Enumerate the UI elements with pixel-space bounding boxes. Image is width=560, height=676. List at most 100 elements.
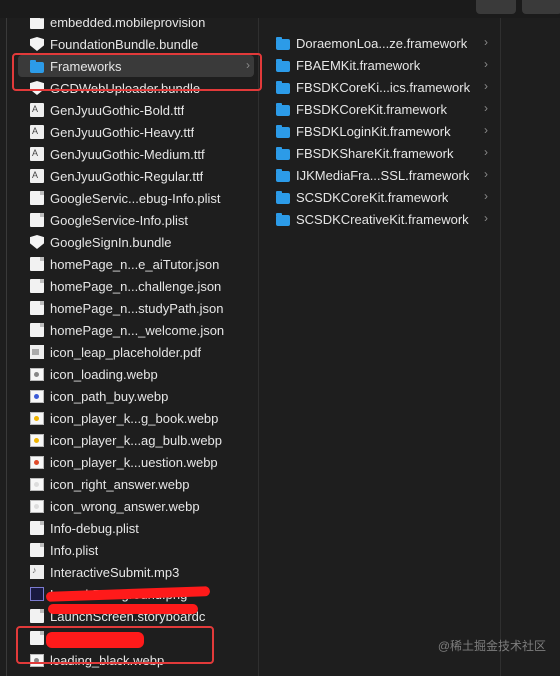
file-name: GenJyuuGothic-Medium.ttf bbox=[50, 146, 205, 162]
chevron-right-icon: › bbox=[484, 167, 488, 181]
chevron-right-icon: › bbox=[484, 35, 488, 49]
png-file-icon bbox=[30, 587, 44, 601]
audio-file-icon bbox=[30, 565, 44, 579]
framework-name: FBAEMKit.framework bbox=[296, 57, 421, 73]
image-file-icon bbox=[30, 433, 44, 447]
file-column-frameworks: DoraemonLoa...ze.framework › FBAEMKit.fram… bbox=[266, 18, 496, 676]
file-row[interactable]: GenJyuuGothic-Regular.ttf bbox=[18, 165, 254, 187]
toolbar-button[interactable] bbox=[476, 0, 516, 14]
font-file-icon bbox=[30, 147, 44, 161]
folder-icon bbox=[276, 81, 290, 94]
file-name: icon_leap_placeholder.pdf bbox=[50, 344, 202, 360]
file-name: icon_wrong_answer.webp bbox=[50, 498, 200, 514]
redaction-scribble bbox=[48, 604, 198, 614]
font-file-icon bbox=[30, 103, 44, 117]
toolbar-button[interactable] bbox=[522, 0, 560, 14]
bundle-icon bbox=[30, 37, 44, 51]
file-row[interactable]: GoogleServic...ebug-Info.plist bbox=[18, 187, 254, 209]
file-row[interactable]: FoundationBundle.bundle bbox=[18, 33, 254, 55]
folder-icon bbox=[276, 103, 290, 116]
framework-row[interactable]: FBAEMKit.framework › bbox=[266, 54, 492, 76]
file-row[interactable]: icon_player_k...uestion.webp bbox=[18, 451, 254, 473]
framework-row[interactable]: FBSDKShareKit.framework › bbox=[266, 142, 492, 164]
image-file-icon bbox=[30, 411, 44, 425]
font-file-icon bbox=[30, 169, 44, 183]
document-icon bbox=[30, 279, 44, 293]
framework-row[interactable]: IJKMediaFra...SSL.framework › bbox=[266, 164, 492, 186]
chevron-right-icon: › bbox=[484, 211, 488, 225]
chevron-right-icon: › bbox=[484, 123, 488, 137]
file-row[interactable]: icon_player_k...g_book.webp bbox=[18, 407, 254, 429]
file-name: homePage_n..._welcome.json bbox=[50, 322, 225, 338]
file-name: GoogleService-Info.plist bbox=[50, 212, 189, 228]
file-name: GoogleServic...ebug-Info.plist bbox=[50, 190, 221, 206]
window-top-bar bbox=[0, 0, 560, 18]
file-name: GenJyuuGothic-Regular.ttf bbox=[50, 168, 204, 184]
folder-icon bbox=[276, 169, 290, 182]
file-row[interactable]: icon_path_buy.webp bbox=[18, 385, 254, 407]
annotation-highlight-box bbox=[12, 53, 262, 91]
file-row[interactable]: GenJyuuGothic-Medium.ttf bbox=[18, 143, 254, 165]
document-icon bbox=[30, 521, 44, 535]
file-name: icon_player_k...uestion.webp bbox=[50, 454, 218, 470]
file-name: icon_player_k...ag_bulb.webp bbox=[50, 432, 223, 448]
document-icon bbox=[30, 191, 44, 205]
file-row[interactable]: GenJyuuGothic-Bold.ttf bbox=[18, 99, 254, 121]
pdf-file-icon bbox=[30, 345, 44, 359]
framework-name: FBSDKLoginKit.framework bbox=[296, 123, 451, 139]
framework-row[interactable]: FBSDKCoreKit.framework › bbox=[266, 98, 492, 120]
file-name: embedded.mobileprovision bbox=[50, 18, 206, 30]
file-row[interactable]: homePage_n...challenge.json bbox=[18, 275, 254, 297]
framework-name: SCSDKCoreKit.framework bbox=[296, 189, 449, 205]
framework-name: FBSDKCoreKit.framework bbox=[296, 101, 447, 117]
folder-icon bbox=[276, 59, 290, 72]
framework-name: IJKMediaFra...SSL.framework bbox=[296, 167, 470, 183]
file-row[interactable]: icon_right_answer.webp bbox=[18, 473, 254, 495]
document-icon bbox=[30, 323, 44, 337]
annotation-highlight-box bbox=[16, 626, 214, 664]
framework-row[interactable]: FBSDKLoginKit.framework › bbox=[266, 120, 492, 142]
folder-icon bbox=[276, 147, 290, 160]
document-icon bbox=[30, 609, 44, 623]
file-name: icon_path_buy.webp bbox=[50, 388, 169, 404]
file-name: homePage_n...e_aiTutor.json bbox=[50, 256, 220, 272]
image-file-icon bbox=[30, 367, 44, 381]
image-file-icon bbox=[30, 477, 44, 491]
file-row[interactable]: GenJyuuGothic-Heavy.ttf bbox=[18, 121, 254, 143]
document-icon bbox=[30, 213, 44, 227]
file-name: icon_right_answer.webp bbox=[50, 476, 190, 492]
file-row[interactable]: icon_leap_placeholder.pdf bbox=[18, 341, 254, 363]
framework-name: DoraemonLoa...ze.framework bbox=[296, 35, 468, 51]
file-row[interactable]: homePage_n...studyPath.json bbox=[18, 297, 254, 319]
file-row[interactable]: icon_loading.webp bbox=[18, 363, 254, 385]
file-row[interactable]: Info-debug.plist bbox=[18, 517, 254, 539]
framework-row[interactable]: FBSDKCoreKi...ics.framework › bbox=[266, 76, 492, 98]
document-icon bbox=[30, 543, 44, 557]
column-divider[interactable] bbox=[258, 18, 259, 676]
image-file-icon bbox=[30, 389, 44, 403]
framework-row[interactable]: SCSDKCoreKit.framework › bbox=[266, 186, 492, 208]
column-divider[interactable] bbox=[500, 18, 501, 676]
framework-row[interactable]: SCSDKCreativeKit.framework › bbox=[266, 208, 492, 230]
file-name: Info.plist bbox=[50, 542, 99, 558]
chevron-right-icon: › bbox=[484, 189, 488, 203]
file-name: FoundationBundle.bundle bbox=[50, 36, 199, 52]
file-row[interactable]: GoogleSignIn.bundle bbox=[18, 231, 254, 253]
file-row[interactable]: GoogleService-Info.plist bbox=[18, 209, 254, 231]
file-row[interactable]: icon_wrong_answer.webp bbox=[18, 495, 254, 517]
framework-name: SCSDKCreativeKit.framework bbox=[296, 211, 469, 227]
file-row[interactable]: InteractiveSubmit.mp3 bbox=[18, 561, 254, 583]
file-row[interactable]: Info.plist bbox=[18, 539, 254, 561]
framework-row[interactable]: DoraemonLoa...ze.framework › bbox=[266, 32, 492, 54]
folder-icon bbox=[276, 125, 290, 138]
document-icon bbox=[30, 257, 44, 271]
chevron-right-icon: › bbox=[484, 101, 488, 115]
file-row[interactable]: homePage_n...e_aiTutor.json bbox=[18, 253, 254, 275]
file-row[interactable]: embedded.mobileprovision bbox=[18, 18, 254, 33]
file-row[interactable]: icon_player_k...ag_bulb.webp bbox=[18, 429, 254, 451]
file-name: icon_loading.webp bbox=[50, 366, 158, 382]
framework-name: FBSDKShareKit.framework bbox=[296, 145, 454, 161]
folder-icon bbox=[276, 37, 290, 50]
file-row[interactable]: homePage_n..._welcome.json bbox=[18, 319, 254, 341]
file-name: GenJyuuGothic-Bold.ttf bbox=[50, 102, 185, 118]
